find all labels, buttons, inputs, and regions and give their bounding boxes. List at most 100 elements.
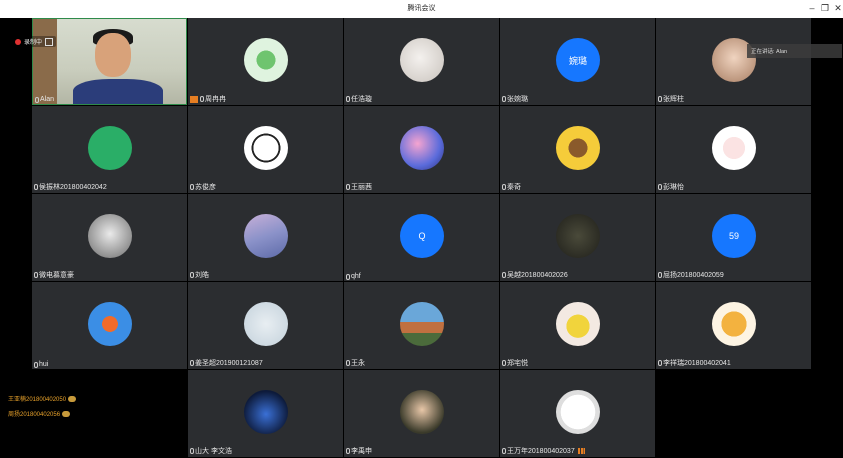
mic-muted-icon <box>502 272 506 278</box>
participant-name-row: 刘皓 <box>190 270 209 280</box>
avatar <box>556 390 600 434</box>
avatar <box>244 214 288 258</box>
restore-icon[interactable]: ❐ <box>819 2 831 15</box>
participant-name: 王丽茜 <box>351 184 372 191</box>
side-list-name: 王亚楠201800402050 <box>8 397 67 403</box>
host-icon <box>190 95 198 103</box>
avatar <box>244 302 288 346</box>
participant-tile[interactable]: 秦奇 <box>500 106 655 193</box>
avatar <box>400 390 444 434</box>
mic-muted-icon <box>346 360 350 366</box>
participant-name-row: qhf <box>346 273 361 280</box>
participant-tile[interactable]: 59 屈扬201800402059 <box>656 194 811 281</box>
participant-name-row: 周冉冉 <box>190 94 226 104</box>
participant-tile[interactable]: 任浩璇 <box>344 18 499 105</box>
mic-icon <box>35 96 39 103</box>
mic-muted-icon <box>190 360 194 366</box>
avatar-text: 婉璐 <box>568 55 587 66</box>
speaking-label: 正在讲话: Alan <box>751 49 788 55</box>
participant-name-row: 王永 <box>346 358 365 368</box>
stop-record-icon[interactable] <box>45 37 54 46</box>
participant-name-row: 秦奇 <box>502 182 521 192</box>
avatar <box>712 126 756 170</box>
avatar <box>556 126 600 170</box>
participant-name-row: 彭琳怡 <box>658 182 684 192</box>
participant-tile[interactable]: 彭琳怡 <box>656 106 811 193</box>
participant-name-row: 王丽茜 <box>346 182 372 192</box>
participant-name-row: 任浩璇 <box>346 94 372 104</box>
mic-muted-icon <box>190 448 194 454</box>
side-list-item[interactable]: 周扬201800402056 <box>8 409 71 418</box>
avatar <box>244 126 288 170</box>
mic-muted-icon <box>200 96 204 102</box>
participant-tile[interactable]: 山大 李文浩 <box>188 370 343 457</box>
avatar <box>88 126 132 170</box>
participant-tile[interactable]: 侯振林201800402042 <box>32 106 187 193</box>
participant-tile[interactable]: 王万年201800402037 <box>500 370 655 457</box>
participant-tile[interactable]: 微电慕意豪 <box>32 194 187 281</box>
participant-tile[interactable]: 苏俊彦 <box>188 106 343 193</box>
recording-indicator[interactable]: 录制中 <box>12 36 57 47</box>
raise-hand-icon <box>62 410 71 417</box>
participant-name: qhf <box>351 273 361 280</box>
participant-name-row: 吴越201800402026 <box>502 270 568 280</box>
camera-video-shirt <box>73 79 163 104</box>
avatar-text: Q <box>418 231 426 241</box>
participant-name-row: 张婉璐 <box>502 94 528 104</box>
participant-tile[interactable]: Alan <box>32 18 187 105</box>
mic-muted-icon <box>658 360 662 366</box>
participant-name-row: 山大 李文浩 <box>190 446 232 456</box>
avatar <box>88 214 132 258</box>
participant-name-row: 李禹申 <box>346 446 372 456</box>
mic-muted-icon <box>502 360 506 366</box>
avatar <box>400 38 444 82</box>
participant-tile[interactable]: 郑宅悦 <box>500 282 655 369</box>
participant-name: 秦奇 <box>507 184 521 191</box>
avatar-text: 59 <box>728 231 739 241</box>
participant-tile[interactable]: 姜圣超201900121087 <box>188 282 343 369</box>
participant-name: 苏俊彦 <box>195 184 216 191</box>
participant-name-row: 郑宅悦 <box>502 358 528 368</box>
participant-tile[interactable]: 婉璐张婉璐 <box>500 18 655 105</box>
participant-tile[interactable]: 王永 <box>344 282 499 369</box>
record-dot-icon <box>15 38 21 45</box>
mic-muted-icon <box>658 184 662 190</box>
participant-name: hui <box>39 361 49 368</box>
participant-name: 微电慕意豪 <box>39 272 74 279</box>
participant-tile[interactable]: 刘皓 <box>188 194 343 281</box>
participant-name: Alan <box>40 96 55 103</box>
mic-muted-icon <box>190 272 194 278</box>
participant-tile[interactable]: 张辉柱 <box>656 18 811 105</box>
participant-tile[interactable]: 李禹申 <box>344 370 499 457</box>
participant-name: 李禹申 <box>351 448 372 455</box>
participant-name-row: 屈扬201800402059 <box>658 270 724 280</box>
participant-tile[interactable]: 王丽茜 <box>344 106 499 193</box>
participant-tile[interactable]: hui <box>32 282 187 369</box>
recording-label: 录制中 <box>24 40 43 46</box>
participant-name: 刘皓 <box>195 272 209 279</box>
participant-name-row: hui <box>34 361 48 368</box>
mic-muted-icon <box>658 272 662 278</box>
participant-name-row: 微电慕意豪 <box>34 270 74 280</box>
participant-name-row: 侯振林201800402042 <box>34 182 107 192</box>
participant-name: 王永 <box>351 360 365 367</box>
camera-video-feed <box>95 33 131 77</box>
mic-muted-icon <box>346 184 350 190</box>
participant-tile[interactable]: 周冉冉 <box>188 18 343 105</box>
avatar: Q <box>400 214 444 258</box>
participant-tile[interactable]: Qqhf <box>344 194 499 281</box>
participant-tile[interactable]: 吴越201800402026 <box>500 194 655 281</box>
avatar <box>556 302 600 346</box>
raise-hand-icon <box>68 395 77 402</box>
mic-muted-icon <box>502 448 506 454</box>
avatar <box>244 390 288 434</box>
participant-tile[interactable]: 李祥瑞201800402041 <box>656 282 811 369</box>
avatar <box>88 302 132 346</box>
participant-name: 任浩璇 <box>351 96 372 103</box>
close-icon[interactable]: ✕ <box>832 2 843 15</box>
participant-name: 张婉璐 <box>507 96 528 103</box>
title-bar: 腾讯会议 – ❐ ✕ <box>0 0 843 18</box>
camera-video-door <box>33 19 57 104</box>
minimize-icon[interactable]: – <box>806 2 818 15</box>
side-list-item[interactable]: 王亚楠201800402050 <box>8 394 77 403</box>
